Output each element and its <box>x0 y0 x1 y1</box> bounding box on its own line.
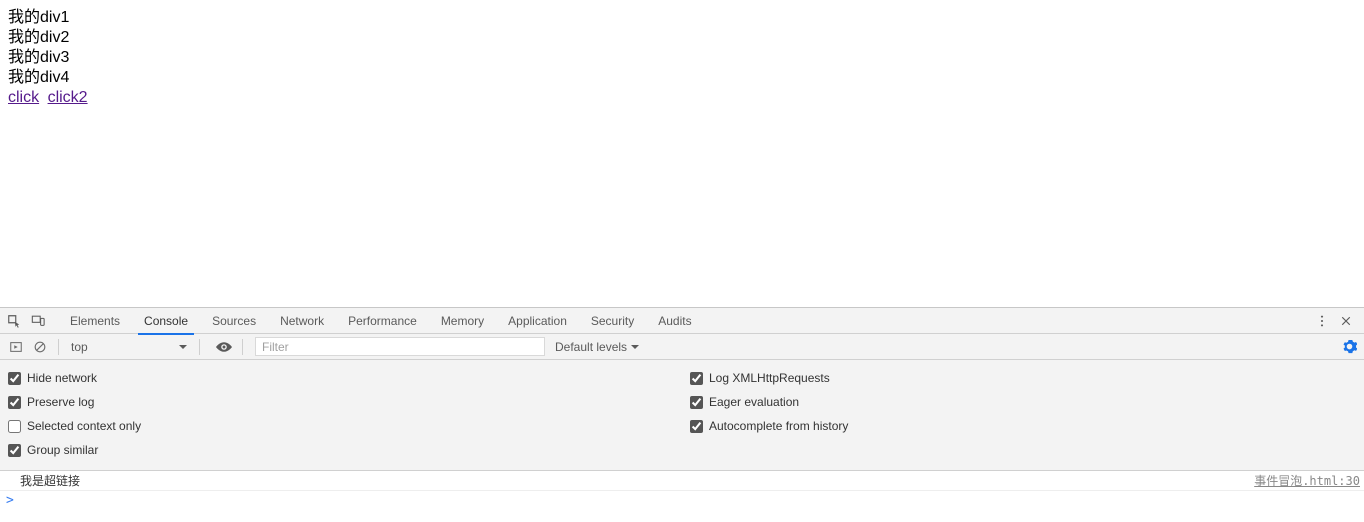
page-div: 我的div3 <box>8 48 1356 68</box>
clear-console-icon[interactable] <box>28 335 52 359</box>
sidebar-toggle-icon[interactable] <box>4 335 28 359</box>
devtools-tabs: Elements Console Sources Network Perform… <box>58 308 704 334</box>
chevron-down-icon <box>631 343 639 351</box>
tab-console[interactable]: Console <box>132 308 200 334</box>
page-div: 我的div4 <box>8 68 1356 88</box>
devtools-panel: Elements Console Sources Network Perform… <box>0 307 1364 522</box>
tab-memory[interactable]: Memory <box>429 308 496 334</box>
log-levels-selector[interactable]: Default levels <box>555 340 639 354</box>
checkbox[interactable] <box>8 444 21 457</box>
console-settings-panel: Hide network Preserve log Selected conte… <box>0 360 1364 471</box>
console-output: 我是超链接 事件冒泡.html:30 > <box>0 471 1364 522</box>
checkbox[interactable] <box>8 372 21 385</box>
separator <box>199 339 200 355</box>
page-link-click[interactable]: click <box>8 89 39 106</box>
live-expression-icon[interactable] <box>212 335 236 359</box>
log-levels-label: Default levels <box>555 340 627 354</box>
page-content: 我的div1 我的div2 我的div3 我的div4 click click2 <box>0 0 1364 307</box>
opt-label: Preserve log <box>27 395 94 409</box>
tab-elements[interactable]: Elements <box>58 308 132 334</box>
context-selector-label: top <box>71 340 88 354</box>
tab-security[interactable]: Security <box>579 308 646 334</box>
opt-hide-network[interactable]: Hide network <box>4 366 678 390</box>
opt-log-xhr[interactable]: Log XMLHttpRequests <box>686 366 1360 390</box>
settings-right-column: Log XMLHttpRequests Eager evaluation Aut… <box>678 366 1360 462</box>
console-prompt[interactable]: > <box>0 491 1364 510</box>
console-message-source[interactable]: 事件冒泡.html:30 <box>1254 472 1360 489</box>
page-link-row: click click2 <box>8 88 1356 108</box>
context-selector[interactable]: top <box>65 337 193 357</box>
inspect-icon[interactable] <box>2 309 26 333</box>
opt-label: Autocomplete from history <box>709 419 848 433</box>
opt-label: Group similar <box>27 443 98 457</box>
more-icon[interactable] <box>1310 309 1334 333</box>
checkbox[interactable] <box>690 396 703 409</box>
opt-label: Log XMLHttpRequests <box>709 371 830 385</box>
tab-audits[interactable]: Audits <box>646 308 703 334</box>
separator <box>58 339 59 355</box>
settings-left-column: Hide network Preserve log Selected conte… <box>4 366 678 462</box>
opt-label: Eager evaluation <box>709 395 799 409</box>
checkbox[interactable] <box>690 372 703 385</box>
opt-selected-context-only[interactable]: Selected context only <box>4 414 678 438</box>
opt-preserve-log[interactable]: Preserve log <box>4 390 678 414</box>
checkbox[interactable] <box>8 420 21 433</box>
console-message: 我是超链接 事件冒泡.html:30 <box>0 471 1364 491</box>
opt-label: Hide network <box>27 371 97 385</box>
opt-autocomplete-history[interactable]: Autocomplete from history <box>686 414 1360 438</box>
page-link-click2[interactable]: click2 <box>48 89 88 106</box>
console-message-text: 我是超链接 <box>20 472 1254 489</box>
opt-group-similar[interactable]: Group similar <box>4 438 678 462</box>
devtools-tabbar: Elements Console Sources Network Perform… <box>0 308 1364 334</box>
chevron-down-icon <box>119 343 187 351</box>
page-div: 我的div2 <box>8 28 1356 48</box>
checkbox[interactable] <box>8 396 21 409</box>
device-toggle-icon[interactable] <box>26 309 50 333</box>
tab-network[interactable]: Network <box>268 308 336 334</box>
prompt-chevron-icon: > <box>6 493 14 508</box>
checkbox[interactable] <box>690 420 703 433</box>
separator <box>242 339 243 355</box>
tab-application[interactable]: Application <box>496 308 579 334</box>
gear-icon[interactable] <box>1338 336 1360 358</box>
page-div: 我的div1 <box>8 8 1356 28</box>
opt-eager-evaluation[interactable]: Eager evaluation <box>686 390 1360 414</box>
console-filter-input[interactable] <box>255 337 545 356</box>
console-toolbar: top Default levels <box>0 334 1364 360</box>
close-icon[interactable] <box>1334 309 1358 333</box>
tab-sources[interactable]: Sources <box>200 308 268 334</box>
opt-label: Selected context only <box>27 419 141 433</box>
tab-performance[interactable]: Performance <box>336 308 429 334</box>
